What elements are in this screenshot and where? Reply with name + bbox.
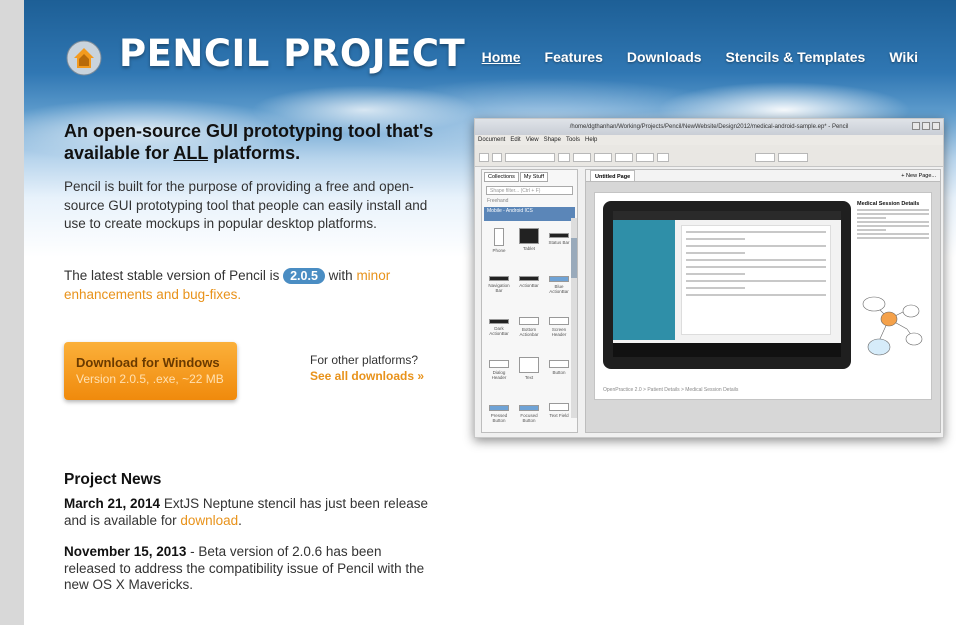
screenshot-menubar: Document Edit View Shape Tools Help [475,135,943,145]
description: Pencil is built for the purpose of provi… [64,179,428,231]
shape-item: Dark ActionBar [486,311,512,349]
download-windows-button[interactable]: Download for Windows Version 2.0.5, .exe… [64,342,237,400]
stable-prefix: The latest stable version of Pencil is [64,268,284,283]
nav-features[interactable]: Features [545,49,603,65]
tablet-mockup [603,201,851,369]
shape-item: ActionBar [516,268,542,306]
version-badge: 2.0.5 [283,268,325,284]
shape-item: Tablet [516,225,542,263]
news-text-end: . [238,512,242,528]
other-platforms-label: For other platforms? [310,353,419,367]
pencil-house-icon[interactable] [66,40,102,76]
screenshot-toolbar [475,145,943,167]
page: PENCIL PROJECT Home Features Downloads S… [24,0,956,625]
shape-item: Blue ActionBar [546,268,572,306]
download-button-subtitle: Version 2.0.5, .exe, ~22 MB [76,372,224,386]
shape-item: Navigation Bar [486,268,512,306]
news-heading: Project News [64,471,162,488]
flow-diagram [862,296,923,356]
page-tabs: Untitled Page + New Page... [586,170,940,182]
screenshot-titlebar: /home/dgthanhan/Working/Projects/Pencil/… [475,119,943,135]
notes-panel: Medical Session Details [857,201,929,239]
shape-item: Screen Header [546,311,572,349]
new-page-button: + New Page... [901,173,936,179]
news-item: March 21, 2014 ExtJS Neptune stencil has… [64,496,436,529]
other-platforms: For other platforms? See all downloads » [310,352,424,384]
close-icon [932,122,940,130]
menu-document: Document [478,137,506,143]
shape-item: Dialog Header [486,354,512,392]
nav-downloads[interactable]: Downloads [627,49,702,65]
nav-stencils-templates[interactable]: Stencils & Templates [726,49,866,65]
brand-name[interactable]: PENCIL PROJECT [119,32,465,75]
shape-grid: Phone Tablet Status Bar Navigation Bar A… [482,221,577,437]
section-android: Mobile - Android ICS [484,207,575,221]
screenshot-window-title: /home/dgthanhan/Working/Projects/Pencil/… [569,124,849,130]
mockup-breadcrumb: OpenPractice 2.0 > Patient Details > Med… [603,387,739,393]
download-button-title: Download for Windows [76,355,220,370]
stable-version-text: The latest stable version of Pencil is 2… [64,266,434,304]
shape-item: Pressed Button [486,397,512,435]
tagline-end: platforms. [208,143,301,163]
shape-filter-input: Shape filter... (Ctrl + F) [486,186,573,195]
see-all-downloads-link[interactable]: See all downloads » [310,369,424,383]
sidebar-scrollbar [571,218,577,418]
news-date: March 21, 2014 [64,496,161,511]
menu-view: View [525,137,539,143]
shape-item: Button [546,354,572,392]
menu-shape: Shape [543,137,561,143]
shape-item: Bottom Actionbar [516,311,542,349]
stable-mid: with [324,268,357,283]
shape-item: Text [516,354,542,392]
app-screenshot[interactable]: /home/dgthanhan/Working/Projects/Pencil/… [474,118,944,438]
sidebar-tabs: Collections My Stuff [482,170,577,184]
screenshot-sidebar: Collections My Stuff Shape filter... (Ct… [481,169,578,433]
nav-home[interactable]: Home [482,49,521,65]
tab-collections: Collections [484,172,519,182]
minimize-icon [912,122,920,130]
main-nav: Home Features Downloads Stencils & Templ… [482,49,918,65]
nav-wiki[interactable]: Wiki [889,49,918,65]
page-tab: Untitled Page [590,170,636,181]
news-date: November 15, 2013 [64,544,187,559]
section-freehand: Freehand [487,198,509,204]
screenshot-canvas: Untitled Page + New Page... Medical Sess… [585,169,941,433]
window-buttons [912,122,940,130]
tab-my-stuff: My Stuff [519,172,548,182]
shape-item: Phone [486,225,512,263]
menu-edit: Edit [510,137,521,143]
notes-title: Medical Session Details [857,201,920,207]
shape-item: Status Bar [546,225,572,263]
maximize-icon [922,122,930,130]
shape-item: Text Field [546,397,572,435]
mockup-page: Medical Session Details OpenPractice 2.0… [594,192,932,400]
tagline-emphasis: ALL [173,143,209,163]
news-item: November 15, 2013 - Beta version of 2.0.… [64,544,436,594]
news-download-link[interactable]: download [180,513,238,528]
menu-help: Help [584,137,598,143]
tablet-screen [613,211,841,357]
tagline: An open-source GUI prototyping tool that… [64,120,444,164]
menu-tools: Tools [565,137,580,143]
shape-item: Focused Button [516,397,542,435]
